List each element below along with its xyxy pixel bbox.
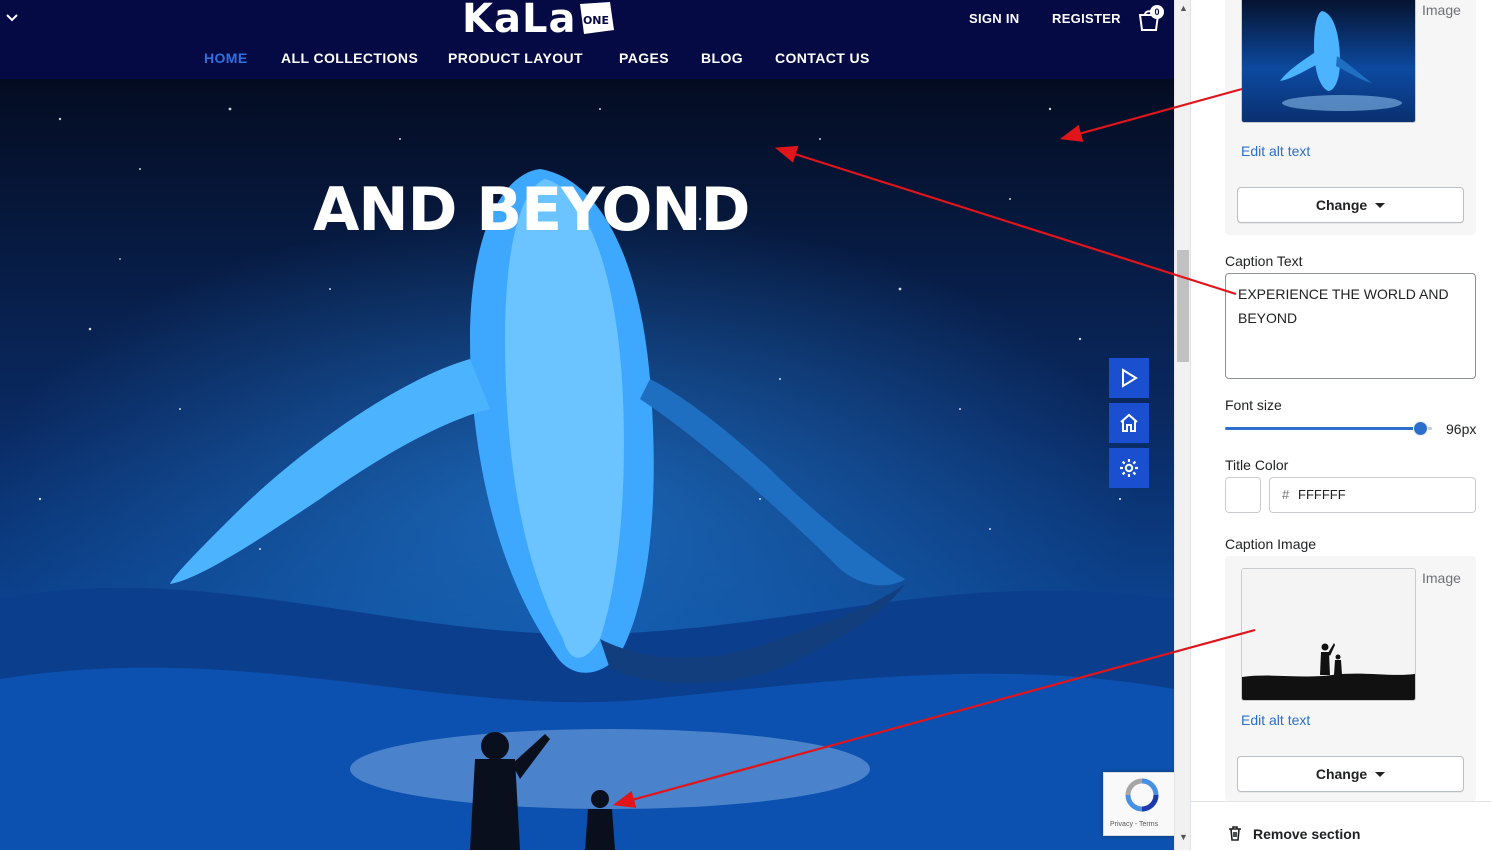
change-button-label: Change [1315, 766, 1368, 782]
register-link[interactable]: REGISTER [1052, 11, 1121, 26]
cart-count-badge: 0 [1150, 5, 1164, 19]
edit-alt-text-link[interactable]: Edit alt text [1241, 143, 1310, 159]
caption-image-label-tag: Image [1422, 570, 1461, 586]
caption-image-thumbnail[interactable] [1241, 568, 1416, 701]
trash-icon[interactable] [1227, 825, 1243, 841]
caret-down-icon [1375, 202, 1386, 208]
image-label: Image [1422, 2, 1461, 18]
hero-title: AND BEYOND [313, 175, 750, 245]
panel-footer: Remove section [1191, 801, 1491, 851]
storefront-preview: AND BEYOND KaLa ONE SIGN IN REGISTER 0 H… [0, 0, 1174, 850]
logo-badge-icon: ONE [576, 0, 616, 36]
preview-scrollbar[interactable]: ▲ ▼ [1174, 0, 1191, 850]
caption-text-input[interactable]: EXPERIENCE THE WORLD AND BEYOND [1225, 273, 1476, 379]
play-button[interactable] [1109, 358, 1149, 398]
font-size-slider-track[interactable] [1225, 427, 1420, 430]
font-size-label: Font size [1225, 397, 1282, 413]
nav-blog[interactable]: BLOG [701, 50, 743, 66]
title-color-input[interactable]: # FFFFFF [1269, 477, 1476, 513]
nav-pages[interactable]: PAGES [619, 50, 669, 66]
sign-in-link[interactable]: SIGN IN [969, 11, 1020, 26]
caption-image-label: Caption Image [1225, 536, 1317, 552]
change-caption-image-button[interactable]: Change [1237, 756, 1464, 792]
recaptcha-badge[interactable]: Privacy - Terms [1103, 772, 1174, 836]
settings-button[interactable] [1109, 448, 1149, 488]
home-icon [1120, 413, 1138, 432]
recaptcha-icon [1125, 778, 1159, 812]
font-size-value: 96px [1446, 421, 1477, 437]
hero-banner: AND BEYOND [0, 79, 1174, 850]
nav-home[interactable]: HOME [204, 50, 248, 66]
scrollbar-thumb[interactable] [1177, 250, 1189, 362]
recaptcha-terms[interactable]: Privacy - Terms [1110, 821, 1158, 828]
svg-text:ONE: ONE [583, 14, 609, 27]
title-color-value[interactable]: FFFFFF [1298, 487, 1346, 502]
main-navigation: HOME ALL COLLECTIONS PRODUCT LAYOUT PAGE… [0, 50, 1174, 70]
store-header: KaLa ONE SIGN IN REGISTER 0 HOME ALL COL… [0, 0, 1174, 79]
play-icon [1122, 368, 1138, 388]
change-button-label: Change [1315, 197, 1368, 213]
chevron-down-icon[interactable] [4, 9, 20, 25]
gear-icon [1120, 459, 1138, 477]
nav-product-layout[interactable]: PRODUCT LAYOUT [448, 50, 583, 66]
caption-text-label: Caption Text [1225, 253, 1303, 269]
caption-edit-alt-text-link[interactable]: Edit alt text [1241, 712, 1310, 728]
title-color-swatch[interactable] [1225, 477, 1261, 513]
home-button[interactable] [1109, 403, 1149, 443]
nav-contact-us[interactable]: CONTACT US [775, 50, 870, 66]
caption-text-value[interactable]: EXPERIENCE THE WORLD AND BEYOND [1238, 282, 1463, 330]
scroll-down-arrow-icon[interactable]: ▼ [1179, 832, 1188, 842]
title-color-label: Title Color [1225, 457, 1289, 473]
image-picker-card: Image Edit alt text Change [1225, 0, 1476, 235]
store-logo[interactable]: KaLa [462, 0, 576, 42]
remove-section-button[interactable]: Remove section [1253, 826, 1360, 842]
section-settings-panel: Image Edit alt text Change Caption Text … [1190, 0, 1491, 851]
font-size-slider-handle[interactable] [1412, 421, 1428, 436]
nav-all-collections[interactable]: ALL COLLECTIONS [281, 50, 418, 66]
change-image-button[interactable]: Change [1237, 187, 1464, 223]
scroll-up-arrow-icon[interactable]: ▲ [1179, 3, 1188, 13]
image-thumbnail[interactable] [1241, 0, 1416, 123]
caret-down-icon [1375, 771, 1386, 777]
hash-prefix: # [1282, 487, 1290, 502]
caption-image-picker-card: Image Edit alt text Change [1225, 556, 1476, 801]
